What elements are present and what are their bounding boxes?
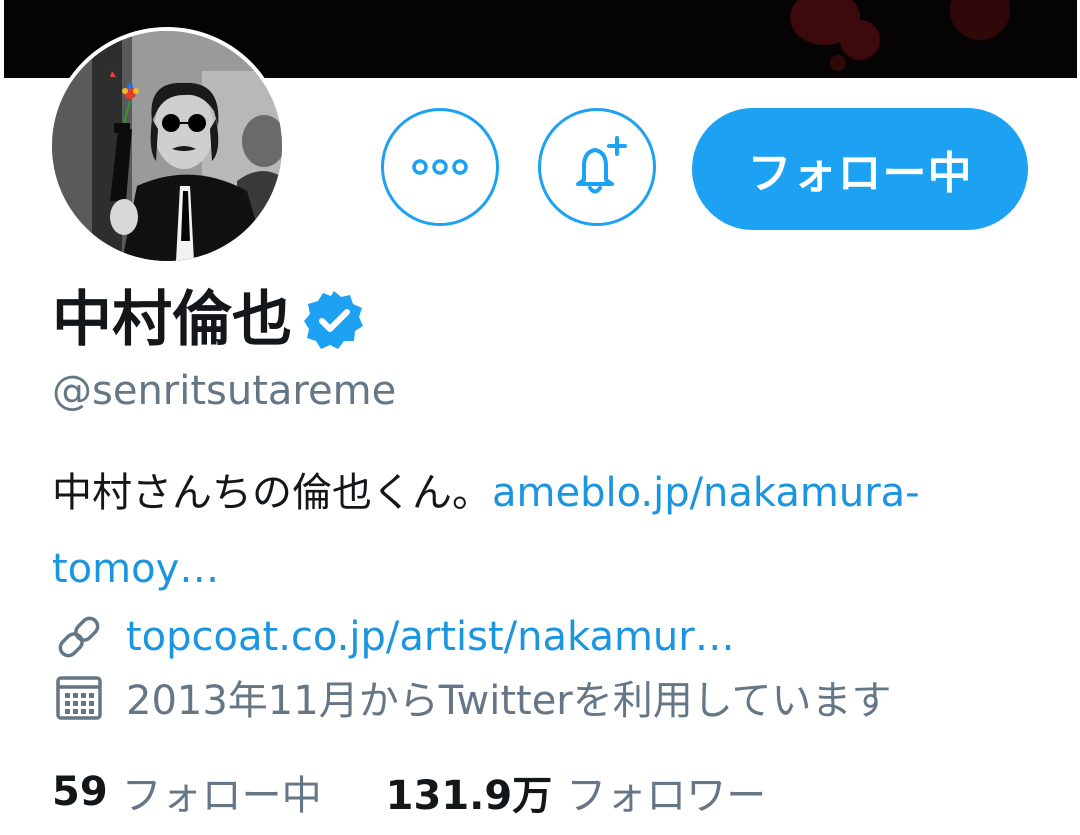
profile-joined-date: 2013年11月からTwitterを利用しています [126,678,892,724]
avatar-photo [52,31,282,261]
following-count[interactable]: 59 [52,769,108,815]
profile-website-row: topcoat.co.jp/artist/nakamur… [52,607,735,667]
bio-link-part2[interactable]: tomoy… [52,546,219,592]
following-button[interactable]: フォロー中 [692,108,1028,230]
notifications-button[interactable] [538,108,656,226]
followers-label[interactable]: フォロワー [566,763,766,821]
following-label[interactable]: フォロー中 [122,763,322,821]
link-icon [52,610,106,664]
followers-stat[interactable]: 131.9万 フォロワー [386,763,767,821]
verified-badge-icon [304,291,363,349]
followers-count[interactable]: 131.9万 [386,763,553,821]
following-stat[interactable]: 59 フォロー中 [52,763,322,821]
profile-bio: 中村さんちの倫也くん。ameblo.jp/nakamura-tomoy… [52,455,1042,607]
profile-avatar[interactable] [48,27,286,265]
profile-website-link[interactable]: topcoat.co.jp/artist/nakamur… [126,614,735,660]
name-row: 中村倫也 [52,280,366,360]
profile-joined-row: 2013年11月からTwitterを利用しています [52,667,892,727]
calendar-icon [52,670,106,724]
display-name: 中村倫也 [52,285,292,355]
more-dots-icon [412,159,468,175]
bell-plus-icon [576,136,627,194]
bio-text: 中村さんちの倫也くん。 [52,470,492,516]
profile-stats: 59 フォロー中 131.9万 フォロワー [52,762,766,822]
profile-handle: @senritsutareme [52,368,397,414]
more-options-button[interactable] [381,108,499,226]
bio-link-part1[interactable]: ameblo.jp/nakamura- [492,470,920,516]
